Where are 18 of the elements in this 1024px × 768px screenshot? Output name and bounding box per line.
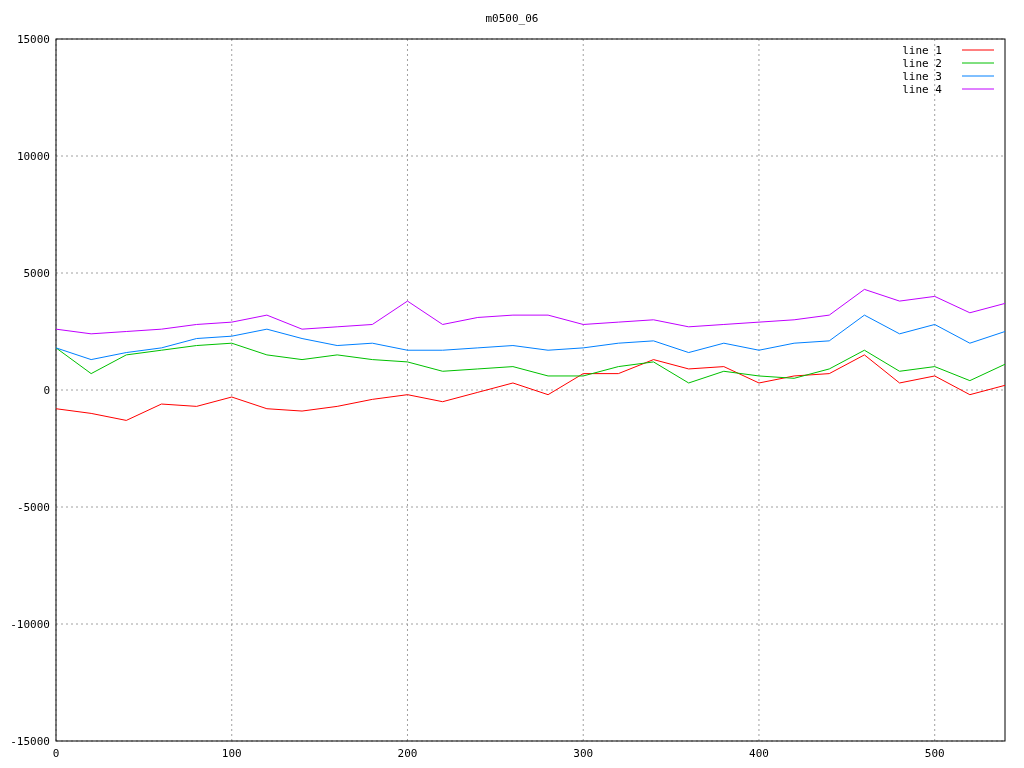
x-tick-label: 0 [52, 747, 60, 760]
legend-label: line 1 [902, 44, 942, 57]
x-tick-label: 300 [573, 747, 594, 760]
x-tick-label: 500 [924, 747, 945, 760]
x-tick-label: 200 [397, 747, 418, 760]
chart-title: m0500_06 [485, 12, 539, 25]
y-tick-label: -5000 [16, 501, 50, 514]
y-tick-label: -10000 [10, 618, 50, 631]
y-tick-label: 10000 [16, 150, 50, 163]
y-tick-label: 5000 [23, 267, 50, 280]
legend-label: line 2 [902, 57, 942, 70]
x-tick-label: 100 [221, 747, 242, 760]
legend-label: line 4 [902, 83, 942, 96]
y-tick-label: 15000 [16, 33, 50, 46]
x-tick-label: 400 [749, 747, 769, 760]
y-tick-label: 0 [43, 384, 50, 397]
legend-label: line 3 [902, 70, 942, 83]
y-tick-label: -15000 [10, 735, 50, 748]
